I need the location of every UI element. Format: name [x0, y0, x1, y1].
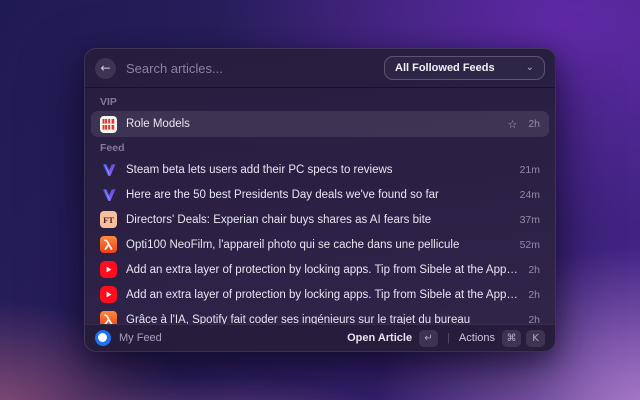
article-time: 2h [528, 263, 540, 276]
role-models-favicon [100, 115, 117, 133]
youtube-icon [100, 286, 117, 303]
les-numeriques-icon [100, 236, 117, 253]
feed-command-palette: ← All Followed Feeds ⌄ VIP [84, 48, 556, 352]
article-time: 2h [528, 288, 540, 301]
ft-icon: FT [100, 211, 117, 228]
article-row[interactable]: Add an extra layer of protection by lock… [91, 282, 549, 307]
context-label: My Feed [119, 332, 162, 344]
k-key-icon: K [526, 329, 545, 347]
back-arrow-icon: ← [100, 60, 111, 75]
article-row[interactable]: FT Directors' Deals: Experian chair buys… [91, 207, 549, 232]
article-time: 52m [519, 238, 540, 251]
les-numeriques-icon [100, 311, 117, 324]
command-key-icon: ⌘ [502, 329, 521, 347]
footer-separator: | [447, 332, 450, 344]
article-title: Directors' Deals: Experian chair buys sh… [126, 213, 432, 226]
article-title: Add an extra layer of protection by lock… [126, 288, 519, 301]
article-time: 37m [519, 213, 540, 226]
feed-filter-dropdown[interactable]: All Followed Feeds ⌄ [384, 56, 545, 80]
feed-filter-value: All Followed Feeds [395, 62, 495, 74]
article-title: Grâce à l'IA, Spotify fait coder ses ing… [126, 313, 471, 325]
article-title: Add an extra layer of protection by lock… [126, 263, 519, 276]
article-row[interactable]: Opti100 NeoFilm, l'appareil photo qui se… [91, 232, 549, 257]
article-time: 2h [528, 118, 540, 130]
article-row[interactable]: Here are the 50 best Presidents Day deal… [91, 182, 549, 207]
verge-icon [100, 161, 117, 178]
article-time: 2h [528, 313, 540, 325]
youtube-icon [100, 261, 117, 278]
section-label-vip: VIP [100, 96, 117, 108]
article-title: Steam beta lets users add their PC specs… [126, 163, 393, 176]
article-list: VIP Role Models ☆ 2h Feed Steam beta let… [85, 88, 555, 324]
article-row-role-models[interactable]: Role Models ☆ 2h [91, 111, 549, 137]
palette-footer: My Feed Open Article ↵ | Actions ⌘ K [85, 324, 555, 351]
desktop-background: ← All Followed Feeds ⌄ VIP [0, 0, 640, 400]
my-feed-app-icon [95, 330, 111, 346]
actions-menu-button[interactable]: Actions [459, 332, 495, 344]
article-row[interactable]: Steam beta lets users add their PC specs… [91, 157, 549, 182]
palette-header: ← All Followed Feeds ⌄ [85, 49, 555, 87]
back-button[interactable]: ← [95, 57, 116, 79]
return-key-icon: ↵ [419, 329, 439, 347]
chevron-down-icon: ⌄ [525, 61, 534, 73]
article-time: 24m [519, 188, 540, 201]
open-article-action[interactable]: Open Article [347, 332, 412, 344]
search-input[interactable] [126, 60, 384, 76]
article-title: Role Models [126, 118, 190, 130]
verge-icon [100, 186, 117, 203]
article-title: Opti100 NeoFilm, l'appareil photo qui se… [126, 238, 460, 251]
section-label-feed: Feed [100, 142, 125, 154]
article-title: Here are the 50 best Presidents Day deal… [126, 188, 439, 201]
article-row[interactable]: Add an extra layer of protection by lock… [91, 257, 549, 282]
article-time: 21m [519, 163, 540, 176]
article-row[interactable]: Grâce à l'IA, Spotify fait coder ses ing… [91, 307, 549, 324]
star-icon[interactable]: ☆ [507, 118, 517, 131]
